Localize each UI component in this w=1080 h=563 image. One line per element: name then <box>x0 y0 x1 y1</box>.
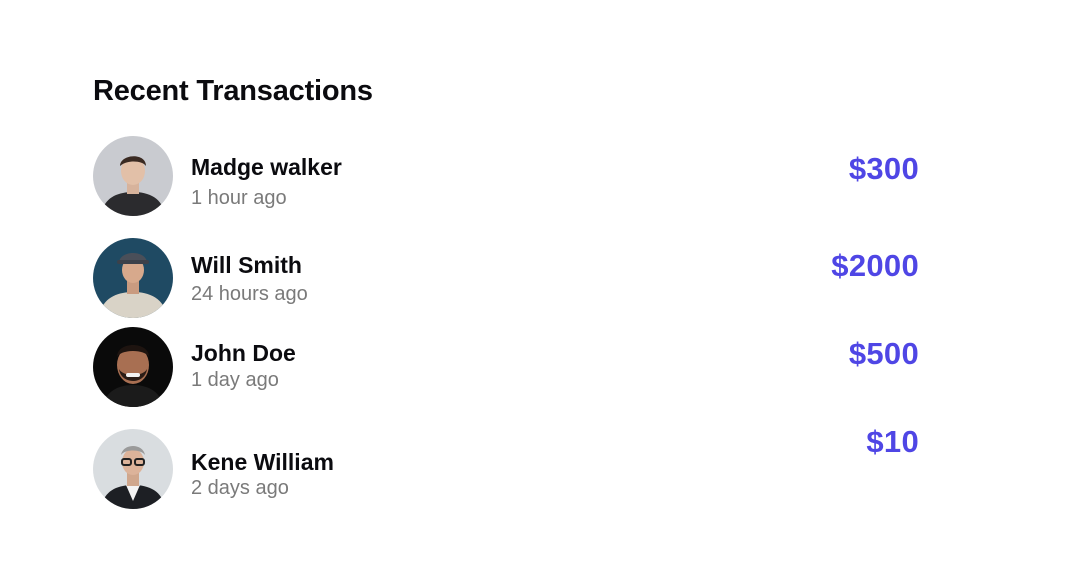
transaction-name: Kene William <box>191 449 334 475</box>
avatar <box>93 429 173 509</box>
section-title: Recent Transactions <box>93 75 373 107</box>
avatar <box>93 327 173 407</box>
person-avatar-icon <box>93 327 173 407</box>
transaction-row[interactable]: Madge walker 1 hour ago $300 <box>93 136 919 216</box>
transaction-amount: $10 <box>866 424 919 459</box>
transaction-time: 1 hour ago <box>191 187 287 209</box>
recent-transactions-section: Recent Transactions Madge walker 1 hour … <box>93 73 919 509</box>
transaction-time: 1 day ago <box>191 369 279 391</box>
transaction-amount: $500 <box>848 336 919 371</box>
transaction-amount: $2000 <box>831 248 919 283</box>
person-avatar-icon <box>93 238 173 318</box>
avatar <box>93 238 173 318</box>
transaction-name: John Doe <box>191 340 296 366</box>
transaction-amount: $300 <box>848 151 919 186</box>
transaction-row[interactable]: Kene William 2 days ago $10 <box>93 424 919 509</box>
transaction-time: 24 hours ago <box>191 283 308 305</box>
transaction-row[interactable]: Will Smith 24 hours ago $2000 <box>93 238 919 318</box>
avatar <box>93 136 173 216</box>
transaction-name: Will Smith <box>191 252 302 278</box>
transaction-time: 2 days ago <box>191 477 289 499</box>
person-avatar-icon <box>93 429 173 509</box>
transaction-name: Madge walker <box>191 154 342 180</box>
transaction-row[interactable]: John Doe 1 day ago $500 <box>93 327 919 407</box>
person-avatar-icon <box>93 136 173 216</box>
